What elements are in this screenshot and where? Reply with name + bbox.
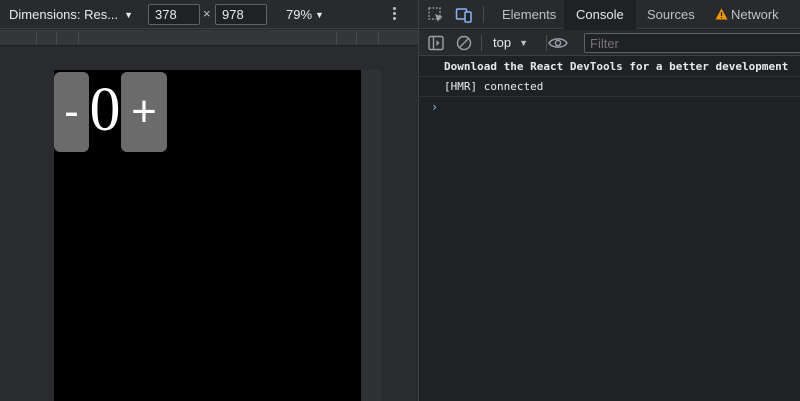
tab-elements[interactable]: Elements [490,0,568,29]
emulation-canvas: - 0 + [0,47,418,401]
dimensions-select[interactable]: Dimensions: Res... ▼ [9,7,133,22]
media-query-ruler [0,30,418,46]
times-symbol: × [203,6,211,21]
tab-network-label: Network [731,7,779,22]
device-toolbar: Dimensions: Res...▼ × 79%▼ [0,0,418,29]
inspect-element-icon[interactable] [427,6,445,24]
context-label: top [493,35,512,50]
clear-console-icon[interactable] [455,34,473,52]
counter-value: 0 [89,75,121,144]
prompt-chevron-icon: › [431,100,439,114]
console-toolbar: top ▼ [419,30,800,56]
console-prompt[interactable]: › [419,97,800,117]
devtools-tabbar: Elements Console Sources Network [419,0,800,29]
devtools-panel: Elements Console Sources Network top ▼ F… [418,0,800,401]
decrement-button[interactable]: - [54,72,89,152]
dimensions-label: Dimensions: Res... [9,7,119,22]
increment-button[interactable]: + [121,72,167,152]
tab-network[interactable]: Network [703,0,791,29]
warning-icon [715,8,728,20]
height-input[interactable] [215,4,267,25]
console-message: [HMR] connected [419,77,800,97]
context-select[interactable]: top ▼ [493,35,528,50]
device-viewport: - 0 + [54,70,361,401]
zoom-label: 79% [286,7,313,22]
device-edge [361,70,381,401]
console-messages: Download the React DevTools for a better… [419,57,800,117]
sidebar-toggle-icon[interactable] [427,34,445,52]
filter-input[interactable] [584,33,800,53]
device-emulation-pane: Dimensions: Res...▼ × 79%▼ - 0 + [0,0,418,401]
zoom-select[interactable]: 79% ▼ [286,7,324,22]
more-options-icon[interactable] [389,6,399,22]
caret-down-icon: ▼ [519,38,528,48]
tab-console[interactable]: Console [564,0,636,29]
caret-down-icon: ▼ [315,10,324,20]
width-input[interactable] [148,4,200,25]
device-toolbar-icon[interactable] [455,6,473,24]
caret-down-icon: ▼ [124,10,134,20]
tab-sources[interactable]: Sources [635,0,707,29]
console-message: Download the React DevTools for a better… [419,57,800,77]
eye-icon[interactable] [547,34,569,52]
